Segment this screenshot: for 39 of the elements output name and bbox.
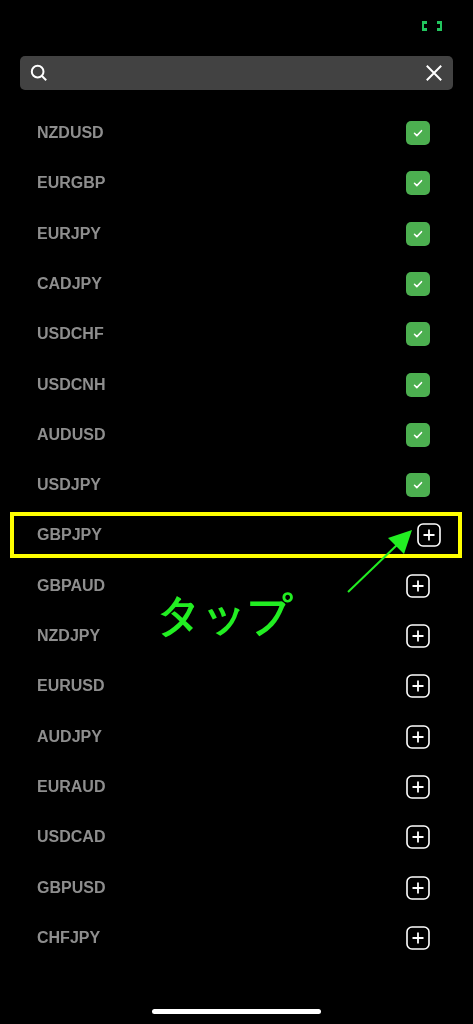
search-icon	[30, 64, 48, 82]
close-icon[interactable]	[425, 64, 443, 82]
expand-icon[interactable]	[420, 21, 444, 31]
checkbox-checked[interactable]	[406, 473, 430, 498]
add-icon[interactable]	[406, 724, 430, 749]
checkbox-checked[interactable]	[406, 322, 430, 347]
annotation-label: タップ	[157, 588, 292, 642]
add-icon[interactable]	[406, 573, 430, 598]
currency-pair: USDCHF	[37, 325, 104, 344]
checkbox-checked[interactable]	[406, 221, 430, 246]
add-icon[interactable]	[406, 925, 430, 950]
currency-pair: USDCAD	[37, 828, 106, 847]
currency-pair: CHFJPY	[37, 928, 101, 947]
currency-pair: EURJPY	[37, 224, 102, 243]
currency-pair: NZDJPY	[37, 627, 101, 646]
add-icon[interactable]	[406, 624, 430, 649]
currency-pair: EURAUD	[37, 778, 106, 796]
checkbox-checked[interactable]	[406, 422, 430, 447]
add-icon[interactable]	[406, 674, 430, 699]
currency-pair: GBPAUD	[37, 576, 106, 595]
checkbox-checked[interactable]	[406, 171, 430, 196]
currency-pair: EURGBP	[37, 174, 106, 193]
currency-pair: USDCNH	[37, 375, 106, 394]
add-icon[interactable]	[417, 523, 441, 548]
currency-pair: GBPJPY	[37, 526, 102, 545]
checkbox-checked[interactable]	[406, 372, 430, 397]
checkbox-checked[interactable]	[406, 272, 430, 297]
currency-pair: AUDJPY	[37, 727, 102, 746]
add-icon[interactable]	[406, 775, 430, 799]
currency-pair: CADJPY	[37, 275, 102, 294]
currency-pair: AUDUSD	[37, 425, 106, 444]
checkbox-checked[interactable]	[406, 121, 430, 146]
add-icon[interactable]	[406, 825, 430, 850]
currency-pair: NZDUSD	[37, 124, 104, 143]
currency-pair: USDJPY	[37, 476, 102, 495]
currency-pair: GBPUSD	[37, 878, 106, 897]
currency-pair: EURUSD	[37, 677, 105, 696]
add-icon[interactable]	[406, 875, 430, 900]
search-field[interactable]	[20, 56, 453, 90]
